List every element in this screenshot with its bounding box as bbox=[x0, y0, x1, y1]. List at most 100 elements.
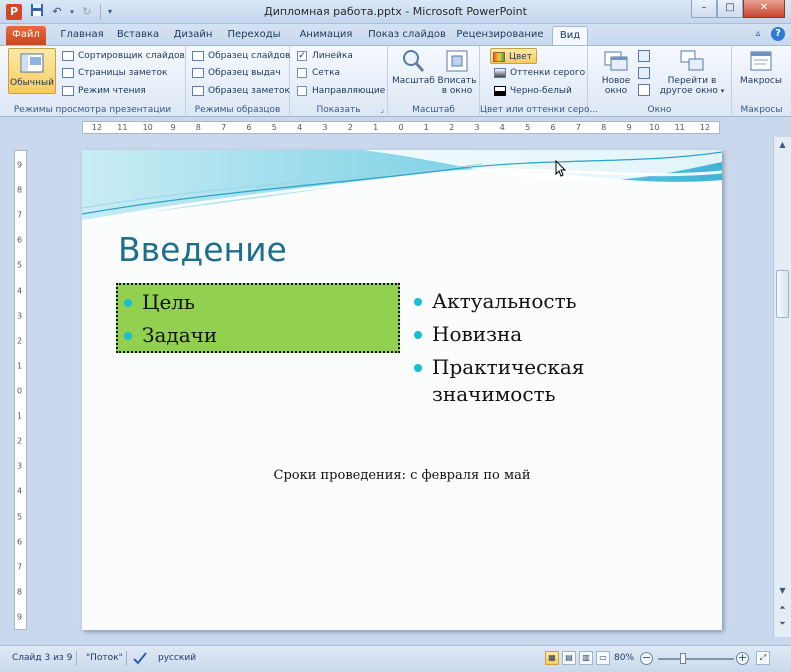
ruler-tick-label: 0 bbox=[17, 386, 23, 396]
left-content-placeholder-selected[interactable]: Цель Задачи bbox=[116, 283, 400, 353]
previous-slide-icon[interactable]: ⏶ bbox=[774, 600, 791, 616]
ruler-tick-label: 7 bbox=[221, 123, 227, 132]
fit-line2: в окно bbox=[441, 86, 473, 96]
bullet-item[interactable]: Цель bbox=[122, 289, 398, 316]
zoom-out-icon[interactable]: − bbox=[640, 652, 653, 665]
ruler-label: Линейка bbox=[312, 51, 353, 61]
maximize-button[interactable]: □ bbox=[717, 0, 743, 18]
slide-title[interactable]: Введение bbox=[118, 230, 287, 269]
slide-footnote-text[interactable]: Сроки проведения: с февраля по май bbox=[82, 468, 722, 483]
ruler-tick-label: 12 bbox=[91, 123, 103, 132]
notes-master-button[interactable]: Образец заметок bbox=[190, 83, 290, 99]
bullet-item[interactable]: Новизна bbox=[412, 321, 702, 348]
title-bar: P ↶ ▾ ↻ ▾ Дипломная работа.pptx - Micros… bbox=[0, 0, 791, 24]
dialog-launcher-icon[interactable]: ⌟ bbox=[380, 105, 384, 114]
ruler-tick-label: 1 bbox=[17, 411, 23, 421]
notes-page-button[interactable]: Страницы заметок bbox=[60, 65, 167, 81]
help-icon[interactable]: ? bbox=[771, 27, 785, 41]
group-label: Показать bbox=[316, 105, 361, 115]
zoom-button[interactable]: Масштаб bbox=[392, 48, 435, 98]
slide-master-button[interactable]: Образец слайдов bbox=[190, 48, 290, 64]
scroll-down-icon[interactable]: ▼ bbox=[774, 583, 791, 599]
slide-show-status-icon[interactable]: ▭ bbox=[596, 651, 610, 665]
bullet-dot-icon bbox=[414, 331, 422, 339]
switch-windows-button[interactable]: Перейти в другое окно ▾ bbox=[656, 48, 728, 98]
horizontal-ruler-area: 12 11 10 9 8 7 6 5 4 3 2 1 0 1 2 3 4 5 6 7 8 9 10 11 12 bbox=[0, 117, 791, 137]
fit-slide-to-window-icon[interactable]: ⤢ bbox=[756, 651, 770, 665]
ruler-tick-label: 3 bbox=[474, 123, 480, 132]
group-label: Режимы образцов bbox=[194, 105, 281, 115]
ribbon-help-controls: ▵ ? bbox=[751, 27, 785, 41]
window-controls: – □ ✕ bbox=[691, 0, 785, 18]
group-label: Макросы bbox=[740, 105, 783, 115]
group-master-views: Образец слайдов Образец выдач Образец за… bbox=[186, 46, 290, 117]
reading-view-status-icon[interactable]: ▥ bbox=[579, 651, 593, 665]
tab-review[interactable]: Рецензирование bbox=[452, 26, 548, 45]
minimize-button[interactable]: – bbox=[691, 0, 717, 18]
fit-to-window-button[interactable]: Вписать в окно bbox=[436, 48, 478, 98]
next-slide-icon[interactable]: ⏷ bbox=[774, 616, 791, 632]
arrange-all-icon[interactable] bbox=[638, 50, 650, 62]
tab-slide-show[interactable]: Показ слайдов bbox=[366, 26, 448, 45]
ruler-tick-label: 7 bbox=[17, 210, 23, 220]
ruler-checkbox[interactable]: ✓ Линейка bbox=[294, 48, 353, 64]
scroll-up-icon[interactable]: ▲ bbox=[774, 137, 791, 153]
group-label: Окно bbox=[647, 105, 672, 115]
zoom-slider-thumb[interactable] bbox=[680, 653, 686, 664]
switch-line1: Перейти в bbox=[667, 76, 717, 86]
ruler-tick-label: 6 bbox=[17, 235, 23, 245]
ruler-tick-label: 4 bbox=[17, 486, 23, 496]
tab-file[interactable]: Файл bbox=[6, 26, 46, 45]
tab-design[interactable]: Дизайн bbox=[168, 26, 218, 45]
slide-sorter-button[interactable]: Сортировщик слайдов bbox=[60, 48, 185, 64]
bullet-item[interactable]: Актуальность bbox=[412, 288, 702, 315]
zoom-slider-track[interactable] bbox=[658, 658, 734, 660]
normal-view-icon bbox=[20, 53, 44, 73]
gridlines-checkbox[interactable]: Сетка bbox=[294, 65, 340, 81]
ruler-tick-label: 8 bbox=[17, 587, 23, 597]
zoom-level[interactable]: 80% bbox=[614, 653, 634, 663]
ruler-tick-label: 9 bbox=[17, 160, 23, 170]
new-window-button[interactable]: Новое окно bbox=[596, 48, 636, 98]
ruler-tick-label: 5 bbox=[17, 260, 23, 270]
tab-home[interactable]: Главная bbox=[56, 26, 108, 45]
scrollbar-thumb[interactable] bbox=[776, 270, 789, 318]
slide-counter[interactable]: Слайд 3 из 9 bbox=[12, 653, 72, 663]
slide-canvas[interactable]: Введение Цель Задачи Актуальность Новизн… bbox=[82, 150, 722, 630]
tab-animations[interactable]: Анимация bbox=[292, 26, 360, 45]
horizontal-ruler[interactable]: 12 11 10 9 8 7 6 5 4 3 2 1 0 1 2 3 4 5 6 7 8 9 10 11 12 bbox=[82, 121, 720, 134]
minimize-ribbon-icon[interactable]: ▵ bbox=[751, 27, 765, 41]
grayscale-button[interactable]: Оттенки серого bbox=[492, 65, 585, 81]
normal-view-label: Обычный bbox=[10, 78, 54, 88]
spelling-check-icon[interactable] bbox=[132, 651, 148, 668]
tab-transitions[interactable]: Переходы bbox=[222, 26, 286, 45]
color-button[interactable]: Цвет bbox=[490, 48, 538, 64]
cascade-icon[interactable] bbox=[638, 67, 650, 79]
vertical-scrollbar[interactable]: ▲ ▼ ⏶ ⏷ bbox=[773, 137, 791, 637]
bullet-text: Цель bbox=[142, 290, 195, 314]
normal-view-button[interactable]: Обычный bbox=[8, 48, 56, 94]
reading-view-button[interactable]: Режим чтения bbox=[60, 83, 146, 99]
tab-insert[interactable]: Вставка bbox=[110, 26, 166, 45]
move-split-icon[interactable] bbox=[638, 84, 650, 96]
right-content-placeholder[interactable]: Актуальность Новизна Практическая значим… bbox=[412, 288, 702, 414]
bullet-item[interactable]: Задачи bbox=[122, 322, 398, 349]
ruler-tick-label: 3 bbox=[17, 461, 23, 471]
ruler-tick-label: 8 bbox=[195, 123, 201, 132]
bullet-item[interactable]: Практическая значимость bbox=[412, 354, 702, 408]
language[interactable]: русский bbox=[158, 653, 196, 663]
zoom-in-icon[interactable]: + bbox=[736, 652, 749, 665]
tab-view[interactable]: Вид bbox=[552, 26, 588, 45]
vertical-ruler[interactable]: 9 8 7 6 5 4 3 2 1 0 1 2 3 4 5 6 7 8 9 bbox=[14, 150, 27, 630]
black-white-button[interactable]: Черно-белый bbox=[492, 83, 572, 99]
checkbox-checked-icon: ✓ bbox=[297, 51, 307, 61]
macros-icon bbox=[750, 51, 772, 71]
macros-button[interactable]: Макросы bbox=[736, 48, 786, 98]
ruler-tick-label: 2 bbox=[449, 123, 455, 132]
slide-sorter-status-icon[interactable]: ▤ bbox=[562, 651, 576, 665]
handout-master-button[interactable]: Образец выдач bbox=[190, 65, 281, 81]
guides-checkbox[interactable]: Направляющие bbox=[294, 83, 385, 99]
normal-view-status-icon[interactable]: ▦ bbox=[545, 651, 559, 665]
theme-name[interactable]: "Поток" bbox=[86, 653, 123, 663]
close-button[interactable]: ✕ bbox=[743, 0, 785, 18]
